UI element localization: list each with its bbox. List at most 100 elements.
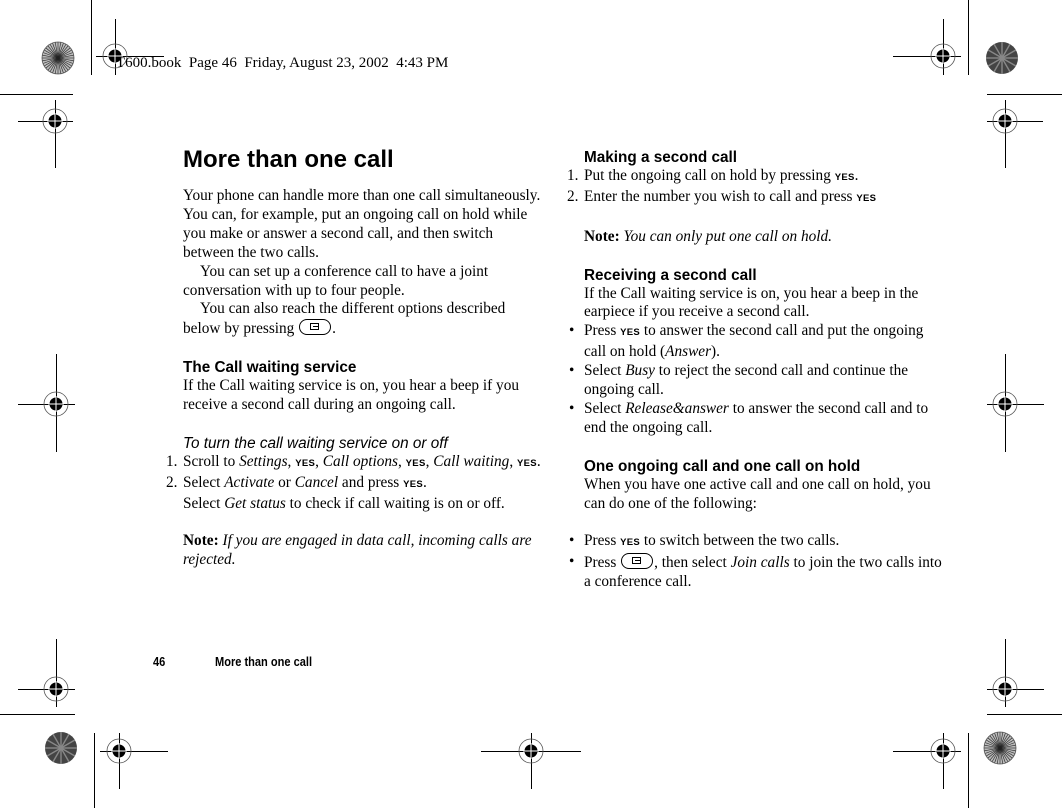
step-number: 1.: [567, 167, 579, 184]
section-text: If the Call waiting service is on, you h…: [183, 377, 520, 414]
step-item: 1. Put the ongoing call on hold by pressi…: [567, 167, 944, 188]
yes-key: YES: [620, 327, 641, 339]
menu-item-busy: Busy: [625, 362, 655, 380]
trim-line: [91, 0, 92, 75]
intro-text: You can also reach the different options…: [183, 300, 506, 338]
step-item: 1. Scroll to Settings, YES, Call options…: [166, 452, 543, 474]
menu-item-release-answer: Release&answer: [625, 399, 729, 417]
bullet-item: • Select Release&answer to answer the sec…: [569, 399, 944, 438]
note: Note: You can only put one call on hold.: [584, 228, 944, 247]
text: ,: [398, 452, 406, 470]
text: or: [274, 473, 295, 491]
text: Scroll to: [183, 452, 240, 470]
note-label: Note:: [183, 532, 219, 550]
menu-item-call-waiting: Call waiting: [433, 452, 510, 470]
yes-key: YES: [856, 192, 877, 204]
text: ,: [509, 452, 517, 470]
bullet-icon: •: [569, 322, 575, 340]
text: .: [536, 452, 541, 470]
note-text: If you are engaged in data call, incomin…: [183, 532, 532, 569]
text: .: [854, 167, 859, 184]
section-heading: One ongoing call and one call on hold: [584, 457, 861, 475]
registration-crosshair-icon: [992, 108, 1018, 134]
menu-key-icon: [621, 553, 654, 570]
bullet-item: • Press , then select Join calls to join …: [569, 553, 944, 592]
left-column: More than one call Your phone can handle…: [166, 144, 543, 570]
intro-paragraph: You can also reach the different options…: [183, 300, 543, 339]
menu-item-cancel: Cancel: [294, 473, 339, 491]
menu-item-settings: Settings: [239, 452, 288, 470]
text: Select: [584, 362, 626, 380]
bullet-item: • Press YES to answer the second call and…: [569, 322, 944, 362]
print-slug: T600.book Page 46 Friday, August 23, 200…: [116, 55, 449, 71]
bullet-icon: •: [569, 362, 575, 380]
page-title: More than one call: [183, 146, 394, 173]
starburst-target-icon: [983, 731, 1017, 765]
subsection-heading: To turn the call waiting service on or o…: [183, 434, 448, 452]
text: and press: [338, 473, 404, 491]
steps-list: 1. Scroll to Settings, YES, Call options…: [166, 452, 543, 514]
trim-line: [0, 714, 75, 715]
menu-item-activate: Activate: [224, 473, 275, 491]
bullet-item: • Select Busy to reject the second call a…: [569, 362, 944, 400]
step-number: 2.: [166, 473, 178, 491]
text: , then select: [654, 554, 731, 572]
text: Press: [584, 322, 621, 340]
note: Note: If you are engaged in data call, i…: [183, 532, 543, 570]
yes-key: YES: [405, 457, 426, 469]
bullet-list: • Press YES to answer the second call and…: [569, 322, 944, 438]
text: Enter the number you wish to call and pr…: [584, 187, 857, 205]
menu-item-join-calls: Join calls: [730, 554, 790, 572]
note-text: You can only put one call on hold.: [623, 227, 832, 245]
text: Select: [183, 494, 225, 512]
starburst-target-icon: [45, 732, 77, 764]
text: Select: [183, 473, 225, 491]
starburst-target-icon: [41, 41, 75, 75]
trim-line: [968, 0, 969, 75]
trim-line: [987, 94, 1062, 95]
text: ,: [315, 452, 323, 470]
step-number: 2.: [567, 187, 579, 205]
punctuation: .: [332, 320, 336, 338]
section-heading: Making a second call: [584, 149, 738, 166]
registration-crosshair-icon: [43, 676, 69, 702]
yes-key: YES: [834, 172, 855, 183]
running-title: More than one call: [215, 654, 313, 669]
text: .: [423, 473, 427, 491]
intro-paragraph: You can set up a conference call to have…: [183, 262, 489, 299]
step-item: 2. Enter the number you wish to call and …: [567, 187, 944, 209]
page-number: 46: [153, 654, 166, 669]
step-item: 2. Select Activate or Cancel and press Y…: [166, 473, 543, 514]
yes-key: YES: [516, 457, 537, 469]
trim-line: [94, 733, 95, 808]
starburst-target-icon: [986, 42, 1018, 74]
yes-key: YES: [295, 457, 316, 469]
text: Select: [584, 399, 626, 417]
yes-key: YES: [620, 537, 641, 549]
bullet-list: • Press YES to switch between the two cal…: [569, 532, 944, 592]
registration-crosshair-icon: [106, 738, 132, 764]
trim-line: [968, 733, 969, 808]
yes-key: YES: [403, 478, 423, 490]
text: Press: [584, 532, 621, 550]
right-column: Making a second call 1. Put the ongoing c…: [567, 148, 944, 592]
registration-crosshair-icon: [930, 43, 956, 69]
section-text: When you have one active call and one ca…: [584, 475, 931, 512]
menu-item-answer: Answer: [665, 343, 712, 361]
bullet-item: • Press YES to switch between the two cal…: [569, 532, 944, 553]
section-heading: Receiving a second call: [584, 266, 757, 284]
text: to switch between the two calls.: [640, 532, 840, 550]
menu-key-icon: [299, 319, 332, 336]
registration-crosshair-icon: [43, 391, 69, 417]
note-label: Note:: [584, 227, 620, 245]
text: to check if call waiting is on or off.: [285, 494, 505, 512]
registration-crosshair-icon: [992, 391, 1018, 417]
trim-line: [0, 94, 73, 95]
section-text: If the Call waiting service is on, you h…: [584, 284, 919, 321]
registration-crosshair-icon: [930, 738, 956, 764]
section-heading: The Call waiting service: [183, 359, 357, 377]
text: Press: [584, 554, 621, 572]
text: Put the ongoing call on hold by pressing: [584, 167, 835, 184]
text: ).: [711, 343, 720, 361]
steps-list: 1. Put the ongoing call on hold by pressi…: [567, 167, 944, 209]
